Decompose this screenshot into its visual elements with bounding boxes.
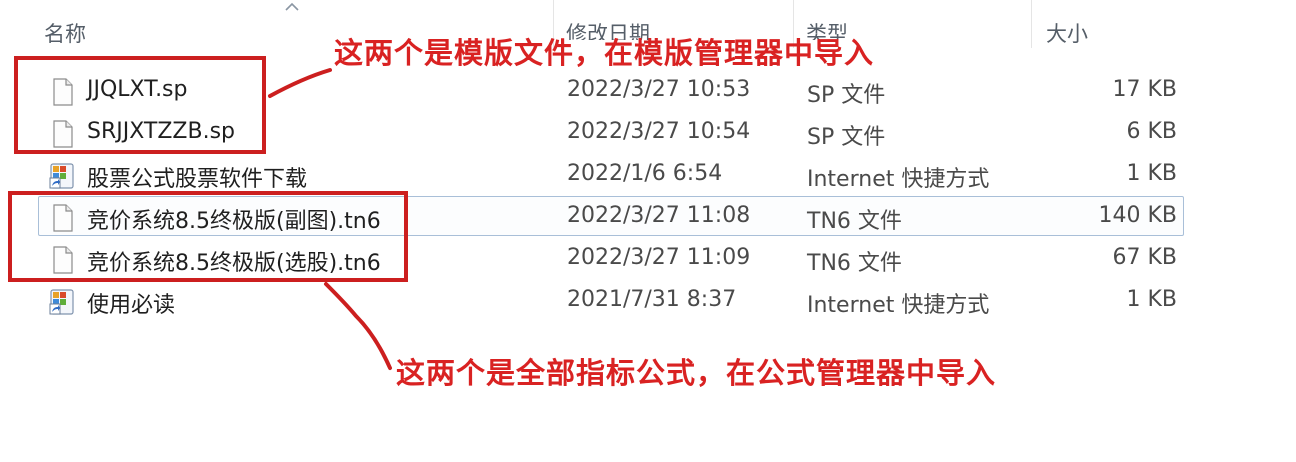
arrow-to-formula-box — [324, 282, 392, 370]
annotation-bottom: 这两个是全部指标公式，在公式管理器中导入 — [396, 356, 997, 390]
annotation-top: 这两个是模版文件，在模版管理器中导入 — [334, 36, 875, 70]
arrow-to-template-box — [268, 68, 332, 98]
